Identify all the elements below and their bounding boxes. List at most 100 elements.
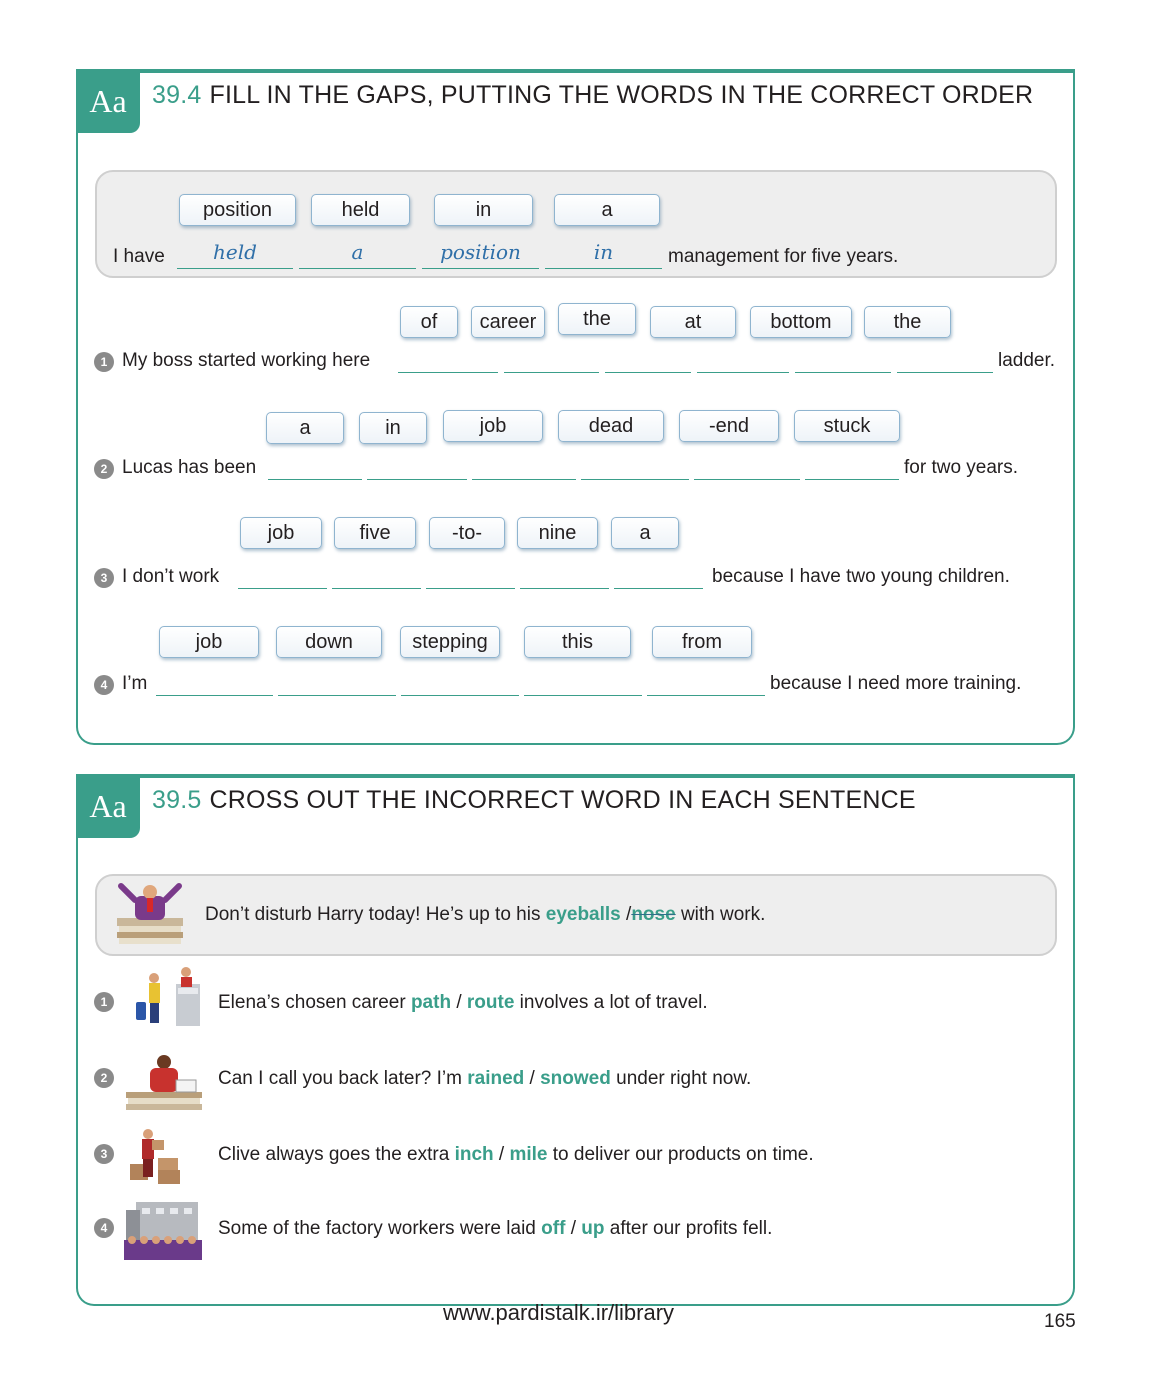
answer-blank[interactable] — [472, 455, 576, 480]
answer-blank[interactable] — [694, 455, 800, 480]
answer-blank[interactable] — [520, 564, 609, 589]
word-chip: position — [179, 194, 296, 226]
option-1[interactable]: off — [541, 1218, 565, 1239]
item-number-3: 3 — [94, 568, 114, 588]
option-1[interactable]: rained — [467, 1068, 524, 1089]
sentence: Can I call you back later? I’m rained / … — [218, 1068, 752, 1089]
sentence-suffix: because I have two young children. — [712, 566, 1010, 587]
word-chip: the — [558, 303, 636, 335]
aa-vocabulary-tag: Aa — [76, 774, 140, 838]
sentence: Elena’s chosen career path / route invol… — [218, 992, 708, 1013]
option-2[interactable]: snowed — [540, 1068, 611, 1089]
crossed-out-option: nose — [631, 904, 676, 925]
answer-blank[interactable] — [805, 455, 899, 480]
sentence-suffix: because I need more training. — [770, 673, 1022, 694]
option-2[interactable]: mile — [509, 1144, 547, 1165]
word-chip: down — [276, 626, 382, 658]
answer-blank[interactable] — [647, 671, 765, 696]
sentence-suffix: ladder. — [998, 350, 1056, 371]
word-chip: this — [524, 626, 631, 658]
option-1[interactable]: inch — [455, 1144, 494, 1165]
answer-blank[interactable] — [398, 348, 498, 373]
word-chip: nine — [517, 517, 598, 549]
sentence: Clive always goes the extra inch / mile … — [218, 1144, 814, 1165]
answer-blank[interactable] — [605, 348, 691, 373]
word-chip: career — [471, 306, 545, 338]
word-chip: job — [159, 626, 259, 658]
answer-blank[interactable] — [238, 564, 327, 589]
sentence: Some of the factory workers were laid of… — [218, 1218, 773, 1239]
word-chip: in — [359, 412, 427, 444]
word-chip: from — [652, 626, 752, 658]
word-chip: -end — [679, 410, 779, 442]
answer-blank[interactable] — [581, 455, 689, 480]
website-url: www.pardistalk.ir/library — [443, 1300, 675, 1325]
word-chip: stepping — [400, 626, 500, 658]
answer-blank[interactable] — [524, 671, 642, 696]
example-box: position held in a I have held a positio… — [95, 170, 1057, 278]
word-chip: a — [554, 194, 660, 226]
exercise-39-4-panel: Aa 39.4 FILL IN THE GAPS, PUTTING THE WOR… — [76, 69, 1075, 745]
sentence-prefix: My boss started working here — [122, 350, 371, 371]
handwritten-answer: position — [440, 240, 521, 264]
word-chip: of — [400, 306, 458, 338]
item-number-1: 1 — [94, 352, 114, 372]
answer-blank[interactable] — [367, 455, 467, 480]
word-chip: -to- — [429, 517, 505, 549]
overworked-man-illustration — [117, 883, 183, 944]
answer-blank[interactable] — [614, 564, 703, 589]
option-1[interactable]: path — [411, 992, 451, 1013]
answer-blank[interactable] — [897, 348, 993, 373]
sentence-prefix: Lucas has been — [122, 457, 257, 478]
answer-blank[interactable] — [268, 455, 362, 480]
answer-blank[interactable] — [795, 348, 891, 373]
delivery-man-with-boxes-illustration — [130, 1129, 180, 1184]
answer-blank[interactable] — [401, 671, 519, 696]
traveler-at-check-in-illustration — [136, 967, 200, 1026]
answer-blank[interactable] — [156, 671, 273, 696]
word-chip: held — [311, 194, 410, 226]
word-chip: a — [611, 517, 679, 549]
busy-woman-at-desk-illustration — [126, 1055, 202, 1110]
answer-blank[interactable] — [504, 348, 599, 373]
item-number-2: 2 — [94, 1068, 114, 1088]
word-chip: five — [334, 517, 416, 549]
word-chip: job — [240, 517, 322, 549]
option-2[interactable]: up — [581, 1218, 604, 1239]
item-number-2: 2 — [94, 459, 114, 479]
word-chip: dead — [558, 410, 664, 442]
factory-workers-illustration — [124, 1202, 202, 1260]
example-prefix: I have — [113, 246, 165, 267]
option-1: eyeballs — [545, 904, 621, 925]
answer-blank[interactable] — [426, 564, 515, 589]
option-2[interactable]: route — [467, 992, 515, 1013]
example-suffix: management for five years. — [668, 246, 899, 267]
sentence-prefix: I’m — [122, 673, 148, 694]
example-sentence: Don’t disturb Harry today! He’s up to hi… — [205, 904, 766, 925]
exercise-number: 39.5 — [152, 786, 202, 814]
page-number: 165 — [1044, 1311, 1076, 1332]
handwritten-answer: a — [351, 240, 364, 264]
exercise-instruction: CROSS OUT THE INCORRECT WORD IN EACH SEN… — [209, 786, 916, 814]
sentence-prefix: I don’t work — [122, 566, 220, 587]
answer-blank[interactable] — [332, 564, 421, 589]
aa-vocabulary-tag: Aa — [76, 69, 140, 133]
example-box: Don’t disturb Harry today! He’s up to hi… — [95, 874, 1057, 956]
word-chip: bottom — [750, 306, 852, 338]
exercise-title: 39.4 FILL IN THE GAPS, PUTTING THE WORDS … — [152, 81, 1033, 110]
word-chip: job — [443, 410, 543, 442]
answer-blank[interactable] — [697, 348, 789, 373]
item-number-3: 3 — [94, 1144, 114, 1164]
answer-blank[interactable] — [278, 671, 396, 696]
word-chip: the — [864, 306, 951, 338]
exercise-instruction: FILL IN THE GAPS, PUTTING THE WORDS IN T… — [209, 81, 1034, 109]
sentence-suffix: for two years. — [904, 457, 1019, 478]
item-number-4: 4 — [94, 1218, 114, 1238]
word-chip: stuck — [794, 410, 900, 442]
exercise-39-5-panel: Aa 39.5 CROSS OUT THE INCORRECT WORD IN E… — [76, 774, 1075, 1306]
word-chip: at — [650, 306, 736, 338]
handwritten-answer: in — [593, 240, 614, 264]
item-number-1: 1 — [94, 992, 114, 1012]
word-chip: in — [434, 194, 533, 226]
word-chip: a — [266, 412, 344, 444]
